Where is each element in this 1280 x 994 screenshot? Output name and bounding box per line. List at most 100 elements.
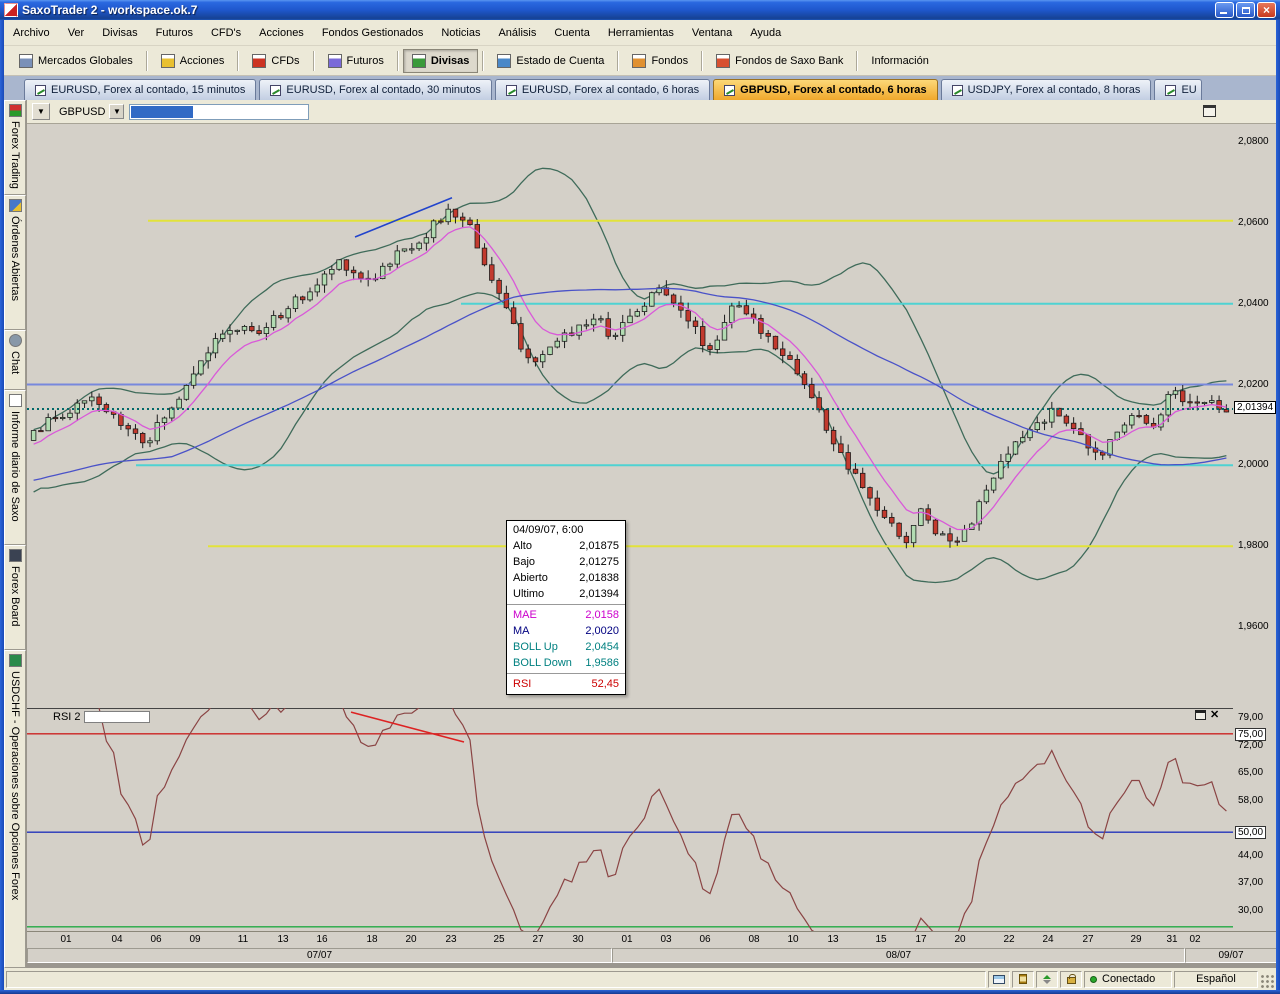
tab-eurusd-forex-al-contado-30-minutos[interactable]: EURUSD, Forex al contado, 30 minutos <box>259 79 491 100</box>
sidebar-label-forex-trading: Forex Trading <box>9 121 21 189</box>
menu-herramientas[interactable]: Herramientas <box>599 23 683 43</box>
date-label: 09 <box>189 934 200 945</box>
menu-cuenta[interactable]: Cuenta <box>545 23 598 43</box>
minimize-button[interactable] <box>1215 2 1234 18</box>
price-axis-label: 2,0400 <box>1238 298 1269 309</box>
status-bar: Conectado Español <box>4 968 1276 990</box>
forex-board-icon <box>9 549 22 562</box>
tooltip-row-value: 2,0454 <box>585 640 619 654</box>
tooltip-row-label: Bajo <box>513 555 535 569</box>
tooltip-row-value: 1,9586 <box>585 656 619 670</box>
toolbar-separator <box>146 51 148 71</box>
menu-futuros[interactable]: Futuros <box>147 23 202 43</box>
candlestick-chart[interactable] <box>27 124 1233 708</box>
status-message-panel <box>6 971 986 988</box>
tab-eu[interactable]: EU <box>1154 79 1202 100</box>
date-label: 03 <box>660 934 671 945</box>
resize-grip[interactable] <box>1260 974 1274 988</box>
rsi-label: RSI 2 <box>53 711 81 723</box>
status-security-cell[interactable] <box>1060 971 1082 988</box>
menu-analisis[interactable]: Análisis <box>489 23 545 43</box>
tooltip-row-label: Ultimo <box>513 587 544 601</box>
current-price-box: 2,01394 <box>1234 401 1276 414</box>
menu-fondos-gestionados[interactable]: Fondos Gestionados <box>313 23 433 43</box>
chart-tab-icon <box>1165 85 1176 96</box>
maximize-button[interactable] <box>1236 2 1255 18</box>
date-label: 02 <box>1189 934 1200 945</box>
toolbar-divisas[interactable]: Divisas <box>403 49 479 73</box>
sidebar-panel-usdchf-operaciones-sobre-opciones-forex[interactable]: USDCHF - Operaciones sobre Opciones Fore… <box>4 650 26 968</box>
tooltip-row-mae: MAE2,0158 <box>507 607 625 623</box>
date-label: 22 <box>1003 934 1014 945</box>
rsi-period-input[interactable] <box>84 711 150 723</box>
sidebar-panel-informe-diario-de-saxo[interactable]: Informe diario de Saxo <box>4 390 26 545</box>
connection-label: Conectado <box>1102 973 1155 985</box>
rsi-axis-label: 79,00 <box>1238 712 1263 723</box>
date-label: 08 <box>748 934 759 945</box>
tab-eurusd-forex-al-contado-6-horas[interactable]: EURUSD, Forex al contado, 6 horas <box>495 79 710 100</box>
date-label: 30 <box>572 934 583 945</box>
toolbar-futuros[interactable]: Futuros <box>319 49 393 73</box>
menu-acciones[interactable]: Acciones <box>250 23 313 43</box>
toolbar-label-mercados-globales: Mercados Globales <box>38 55 133 67</box>
chart-tab-icon <box>35 85 46 96</box>
sidebar-panel-forex-trading[interactable]: Forex Trading <box>4 100 26 195</box>
chart-restore-icon[interactable] <box>1203 105 1216 117</box>
tab-gbpusd-forex-al-contado-6-horas[interactable]: GBPUSD, Forex al contado, 6 horas <box>713 79 937 100</box>
toolbar-mercados-globales[interactable]: Mercados Globales <box>10 49 142 73</box>
language-selector[interactable]: Español <box>1174 971 1258 988</box>
rsi-restore-icon[interactable] <box>1195 710 1206 720</box>
tooltip-row-label: Alto <box>513 539 532 553</box>
daily-report-icon <box>9 394 22 407</box>
toolbar-acciones[interactable]: Acciones <box>152 49 234 73</box>
date-label: 04 <box>111 934 122 945</box>
toolbar-fondos[interactable]: Fondos <box>623 49 697 73</box>
menu-archivo[interactable]: Archivo <box>4 23 59 43</box>
status-traffic-cell[interactable] <box>1036 971 1058 988</box>
rsi-close-icon[interactable]: ✕ <box>1210 710 1219 720</box>
sidebar-panel-ordenes-abiertas[interactable]: Órdenes Abiertas <box>4 195 26 330</box>
sidebar-panel-forex-board[interactable]: Forex Board <box>4 545 26 650</box>
account-status-icon <box>497 54 511 68</box>
instrument-combobox[interactable]: GBPUSD ▼ <box>55 103 124 121</box>
fx-options-icon <box>9 654 22 667</box>
tooltip-row-label: MA <box>513 624 530 638</box>
tab-eurusd-forex-al-contado-15-minutos[interactable]: EURUSD, Forex al contado, 15 minutos <box>24 79 256 100</box>
instrument-search-input[interactable] <box>129 104 309 120</box>
application-window: SaxoTrader 2 - workspace.ok.7 × ArchivoV… <box>0 0 1280 994</box>
data-transfer-icon <box>1043 975 1051 984</box>
rsi-chart[interactable] <box>27 708 1233 931</box>
sidebar-panel-chat[interactable]: Chat <box>4 330 26 390</box>
toolbar-cfds[interactable]: CFDs <box>243 49 308 73</box>
tab-label: GBPUSD, Forex al contado, 6 horas <box>740 84 926 96</box>
status-wait-cell[interactable] <box>1012 971 1034 988</box>
menu-ventana[interactable]: Ventana <box>683 23 741 43</box>
menu-noticias[interactable]: Noticias <box>432 23 489 43</box>
instrument-label: GBPUSD <box>59 106 105 118</box>
date-label: 10 <box>787 934 798 945</box>
toolbar-separator <box>482 51 484 71</box>
menu-cfd-s[interactable]: CFD's <box>202 23 250 43</box>
tab-label: EURUSD, Forex al contado, 30 minutos <box>286 84 480 96</box>
status-session-cell[interactable] <box>988 971 1010 988</box>
month-cell-08-07: 08/07 <box>612 948 1185 963</box>
date-label: 06 <box>699 934 710 945</box>
menu-ayuda[interactable]: Ayuda <box>741 23 790 43</box>
toolbar-separator <box>313 51 315 71</box>
tab-label: USDJPY, Forex al contado, 8 horas <box>968 84 1141 96</box>
toolbar-fondos-de-saxo-bank[interactable]: Fondos de Saxo Bank <box>707 49 852 73</box>
menu-divisas[interactable]: Divisas <box>93 23 146 43</box>
close-button[interactable]: × <box>1257 2 1276 18</box>
tooltip-row-alto: Alto2,01875 <box>507 538 625 554</box>
date-label: 17 <box>915 934 926 945</box>
menu-ver[interactable]: Ver <box>59 23 94 43</box>
tooltip-header: 04/09/07, 6:00 <box>507 521 625 538</box>
chart-menu-button[interactable]: ▼ <box>32 103 50 120</box>
global-markets-icon <box>19 54 33 68</box>
chart-tab-icon <box>506 85 517 96</box>
toolbar-estado-de-cuenta[interactable]: Estado de Cuenta <box>488 49 613 73</box>
toolbar-informacion[interactable]: Información <box>862 49 937 73</box>
date-label: 24 <box>1042 934 1053 945</box>
tab-usdjpy-forex-al-contado-8-horas[interactable]: USDJPY, Forex al contado, 8 horas <box>941 79 1152 100</box>
title-bar[interactable]: SaxoTrader 2 - workspace.ok.7 × <box>0 0 1280 20</box>
